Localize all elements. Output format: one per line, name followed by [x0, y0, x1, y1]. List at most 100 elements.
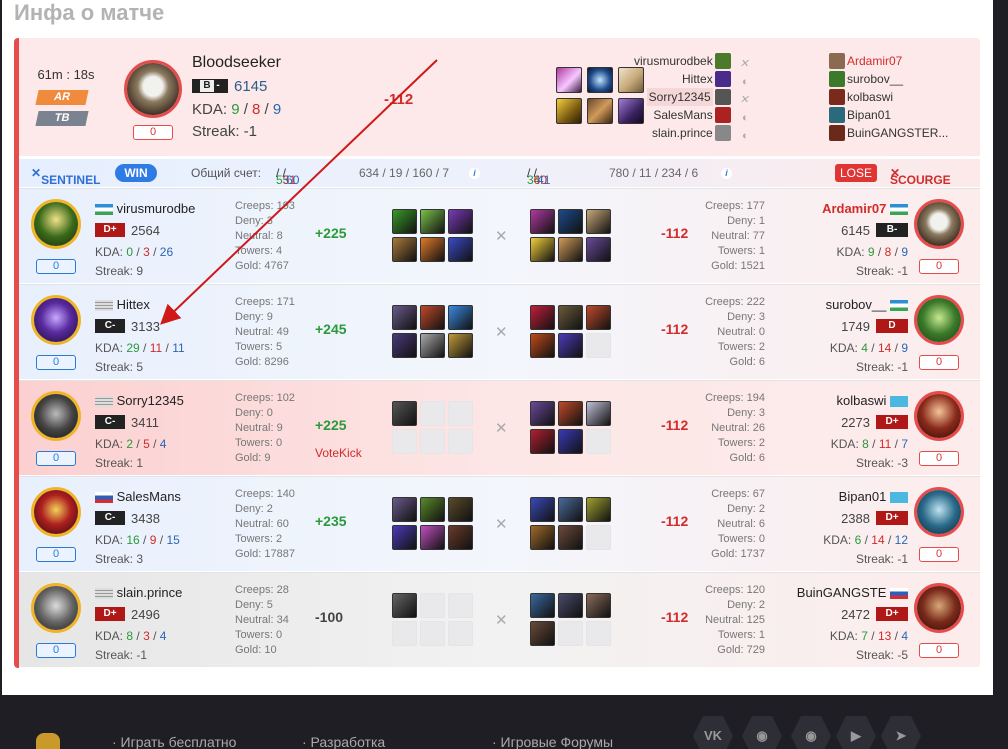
best-hero-avatar[interactable] — [124, 60, 182, 118]
item-icon[interactable] — [530, 333, 555, 358]
item-icon[interactable] — [558, 305, 583, 330]
mode-ar-badge[interactable]: AR — [35, 90, 89, 105]
right-scroll-track[interactable] — [993, 0, 1008, 695]
right-hero-avatar[interactable] — [914, 391, 964, 441]
item-icon[interactable] — [392, 237, 417, 262]
right-player-pill[interactable]: 0 — [919, 355, 959, 370]
mode-tb-badge[interactable]: TB — [35, 111, 89, 126]
left-player-name[interactable]: slain.prince — [95, 585, 182, 600]
left-hero-avatar[interactable] — [31, 295, 81, 345]
item-icon[interactable] — [586, 305, 611, 330]
item-icon[interactable] — [392, 525, 417, 550]
item-icon[interactable] — [420, 621, 445, 646]
overview-player[interactable]: kolbaswi — [847, 88, 893, 106]
overview-player[interactable]: slain.prince — [652, 124, 713, 142]
item-icon[interactable] — [392, 209, 417, 234]
right-hero-avatar[interactable] — [914, 295, 964, 345]
discord-icon[interactable]: ◉ — [742, 716, 782, 749]
overview-player[interactable]: SalesMans — [653, 106, 712, 124]
item-icon[interactable] — [558, 333, 583, 358]
left-player-pill[interactable]: 0 — [36, 451, 76, 466]
item-icon[interactable] — [448, 429, 473, 454]
item-icon[interactable] — [448, 401, 473, 426]
item-icon[interactable] — [392, 429, 417, 454]
item-icon[interactable] — [420, 305, 445, 330]
youtube-icon[interactable]: ▶ — [836, 716, 876, 749]
item-icon[interactable] — [586, 237, 611, 262]
discord-icon[interactable]: ◉ — [791, 716, 831, 749]
item-icon[interactable] — [420, 209, 445, 234]
item-icon[interactable] — [586, 209, 611, 234]
left-player-name[interactable]: Hittex — [95, 297, 150, 312]
item-icon[interactable] — [392, 621, 417, 646]
left-player-pill[interactable]: 0 — [36, 259, 76, 274]
right-hero-avatar[interactable] — [914, 199, 964, 249]
item-icon[interactable] — [448, 209, 473, 234]
item-icon[interactable] — [448, 333, 473, 358]
right-player-name[interactable]: Ardamir07 — [822, 201, 908, 216]
item-icon[interactable] — [558, 593, 583, 618]
item-icon[interactable] — [558, 621, 583, 646]
left-hero-avatar[interactable] — [31, 199, 81, 249]
item-icon[interactable] — [530, 525, 555, 550]
left-player-pill[interactable]: 0 — [36, 355, 76, 370]
right-player-name[interactable]: Bipan01 — [839, 489, 908, 504]
overview-player[interactable]: Sorry12345 — [646, 88, 713, 106]
item-icon[interactable] — [420, 333, 445, 358]
item-icon[interactable] — [558, 401, 583, 426]
item-icon[interactable] — [586, 621, 611, 646]
left-player-name[interactable]: SalesMans — [95, 489, 181, 504]
right-player-pill[interactable]: 0 — [919, 259, 959, 274]
vk-icon[interactable]: VK — [693, 716, 733, 749]
telegram-icon[interactable]: ➤ — [881, 716, 921, 749]
item-icon[interactable] — [586, 333, 611, 358]
item-icon[interactable] — [530, 401, 555, 426]
left-player-pill[interactable]: 0 — [36, 547, 76, 562]
right-player-pill[interactable]: 0 — [919, 547, 959, 562]
left-player-name[interactable]: virusmurodbe — [95, 201, 195, 216]
item-icon[interactable] — [392, 497, 417, 522]
item-icon[interactable] — [530, 237, 555, 262]
item-icon[interactable] — [530, 621, 555, 646]
item-icon[interactable] — [586, 497, 611, 522]
overview-player[interactable]: Ardamir07 — [847, 52, 902, 70]
info-icon[interactable]: i — [721, 165, 732, 179]
left-hero-avatar[interactable] — [31, 487, 81, 537]
item-icon[interactable] — [448, 525, 473, 550]
item-icon[interactable] — [392, 333, 417, 358]
item-icon[interactable] — [448, 593, 473, 618]
right-hero-avatar[interactable] — [914, 487, 964, 537]
right-hero-avatar[interactable] — [914, 583, 964, 633]
item-icon[interactable] — [558, 525, 583, 550]
item-icon[interactable] — [448, 305, 473, 330]
item-icon[interactable] — [530, 305, 555, 330]
item-icon[interactable] — [392, 305, 417, 330]
play-free-link[interactable]: · Играть бесплатно — [112, 734, 236, 749]
votekick-label[interactable]: VoteKick — [315, 446, 362, 460]
overview-player[interactable]: Bipan01 — [847, 106, 891, 124]
item-icon[interactable] — [420, 401, 445, 426]
item-icon[interactable] — [392, 593, 417, 618]
right-player-pill[interactable]: 0 — [919, 643, 959, 658]
item-icon[interactable] — [420, 497, 445, 522]
item-icon[interactable] — [530, 593, 555, 618]
item-icon[interactable] — [420, 429, 445, 454]
item-icon[interactable] — [420, 237, 445, 262]
right-player-name[interactable]: surobov__ — [826, 297, 908, 312]
item-icon[interactable] — [530, 429, 555, 454]
left-player-name[interactable]: Sorry12345 — [95, 393, 184, 408]
item-icon[interactable] — [558, 429, 583, 454]
item-icon[interactable] — [420, 525, 445, 550]
left-hero-avatar[interactable] — [31, 391, 81, 441]
item-icon[interactable] — [558, 209, 583, 234]
item-icon[interactable] — [586, 593, 611, 618]
right-player-name[interactable]: BuinGANGSTE — [797, 585, 908, 600]
item-icon[interactable] — [530, 209, 555, 234]
item-icon[interactable] — [448, 237, 473, 262]
left-player-pill[interactable]: 0 — [36, 643, 76, 658]
item-icon[interactable] — [586, 525, 611, 550]
overview-player[interactable]: BuinGANGSTER... — [847, 124, 948, 142]
item-icon[interactable] — [448, 621, 473, 646]
item-icon[interactable] — [420, 593, 445, 618]
right-player-name[interactable]: kolbaswi — [837, 393, 908, 408]
